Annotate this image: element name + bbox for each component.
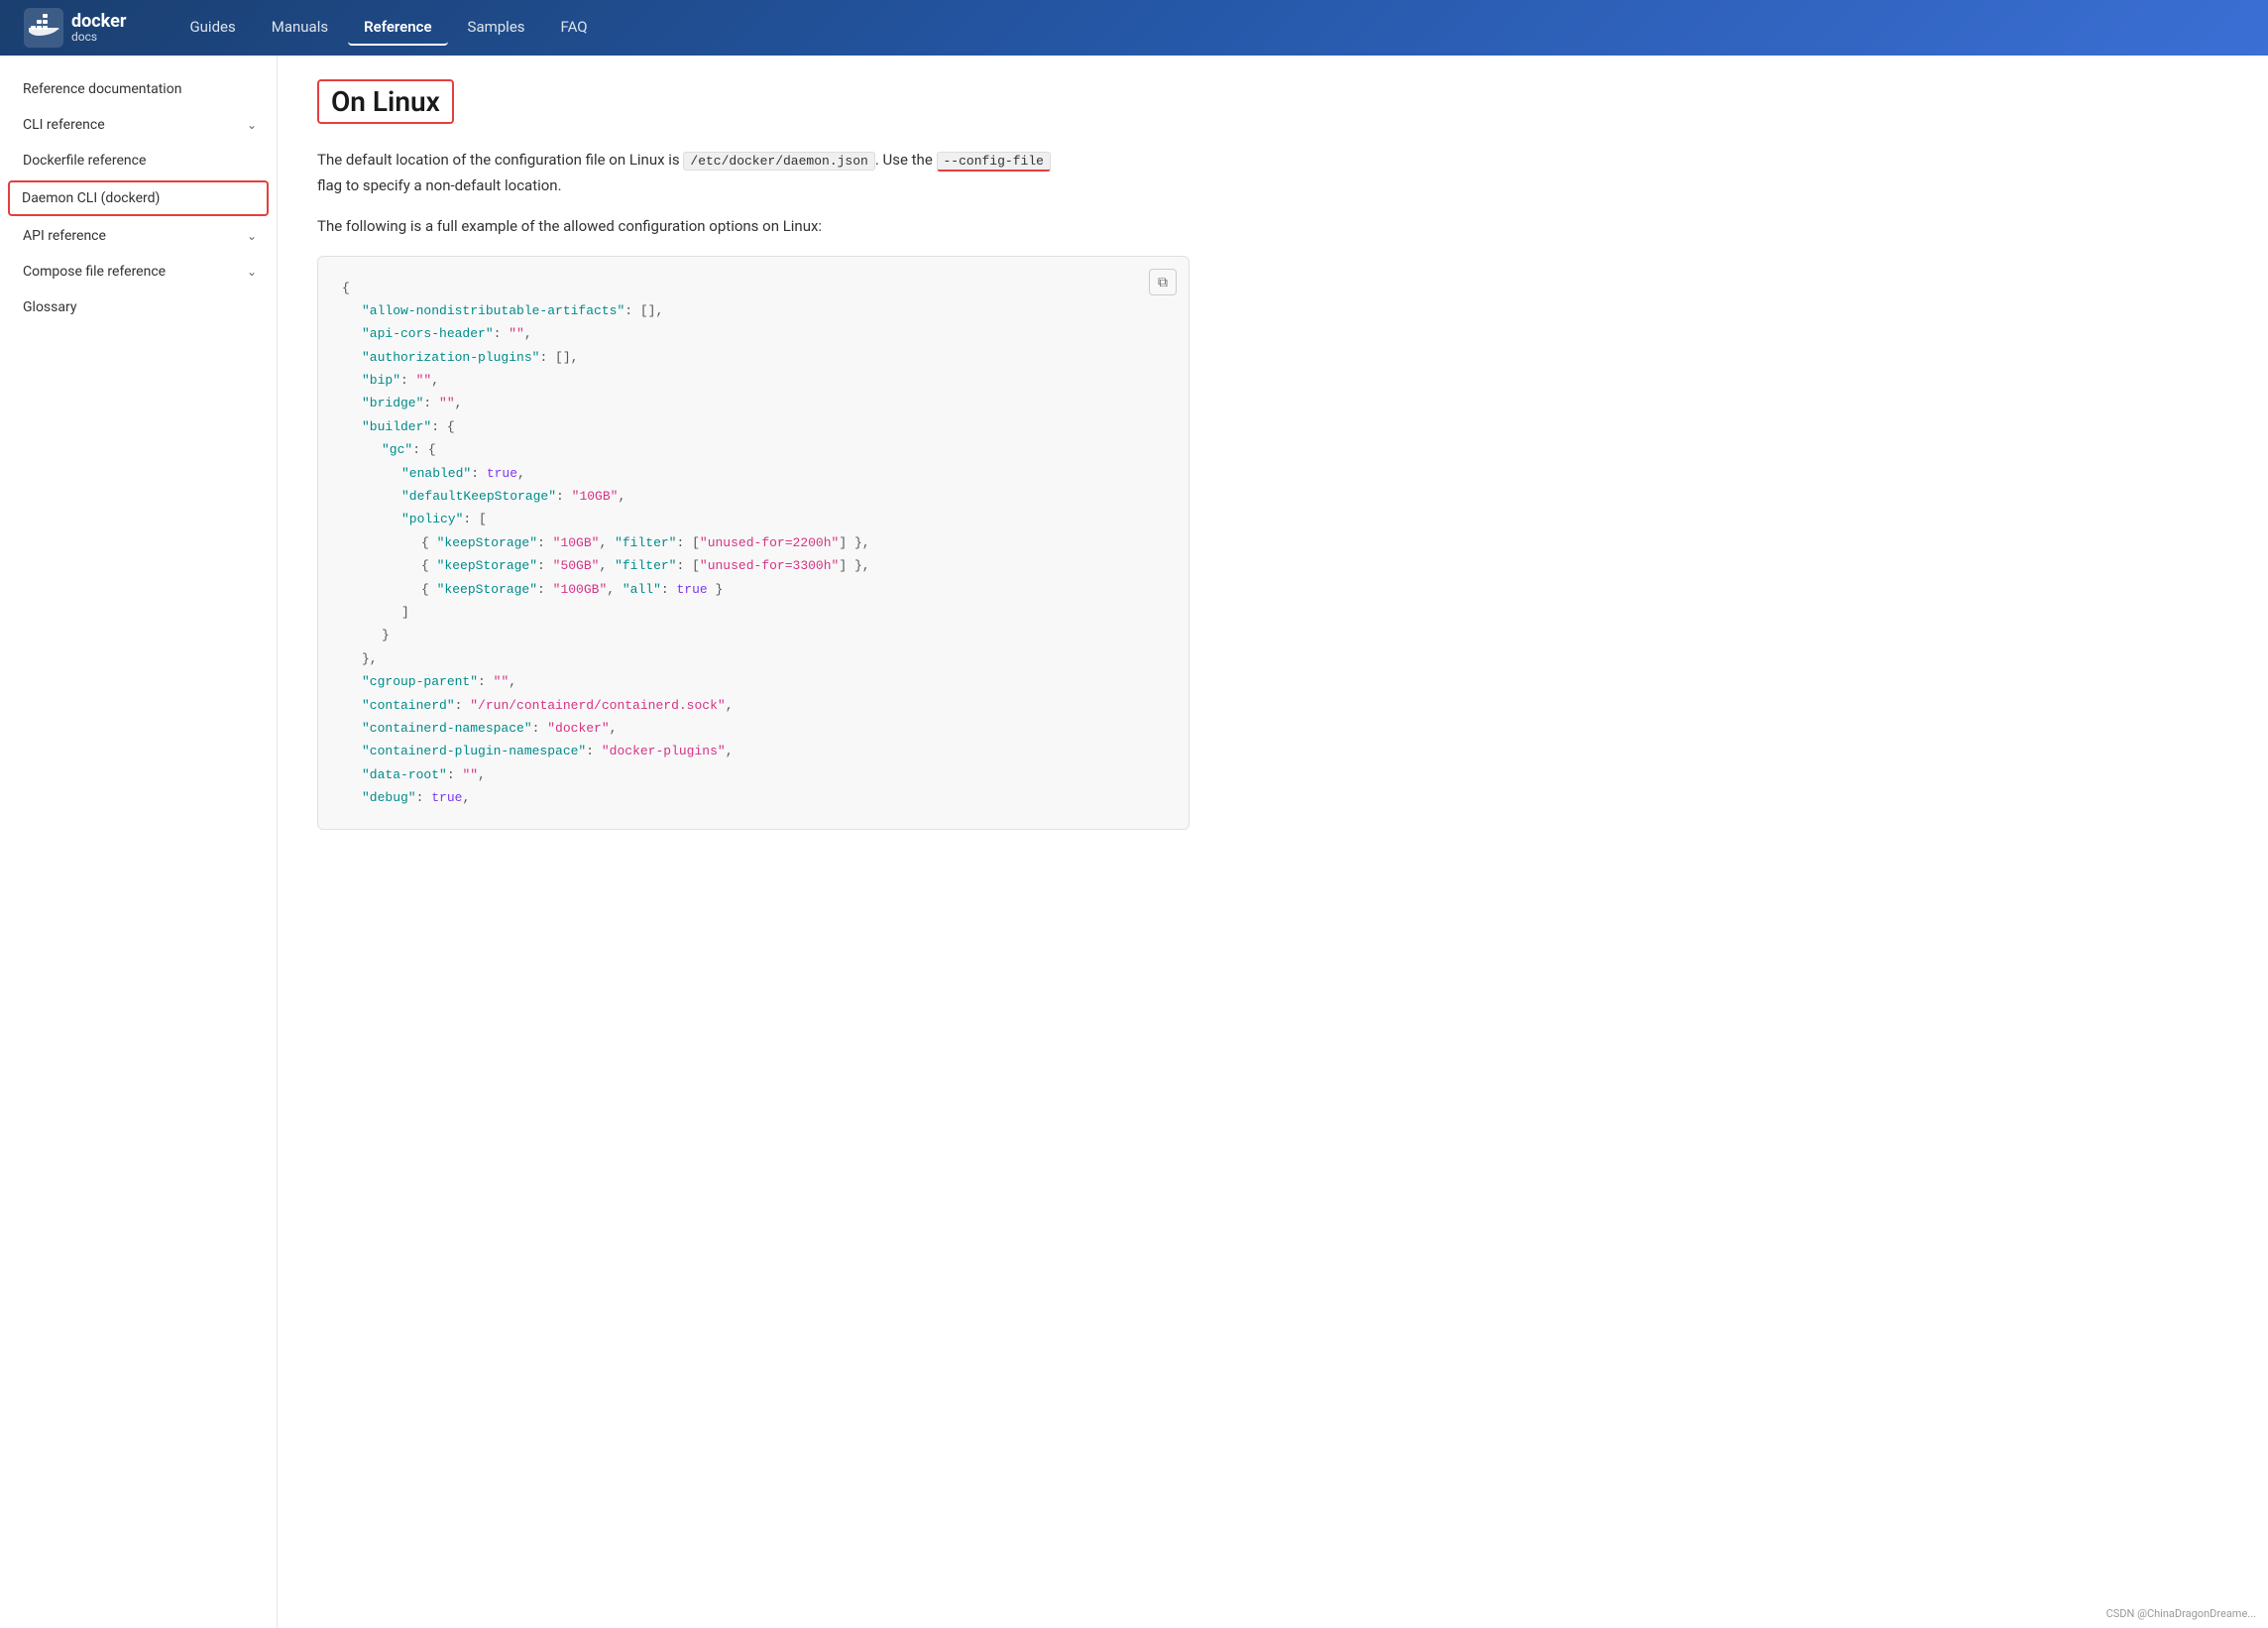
nav-samples[interactable]: Samples [452,10,541,46]
code-line: "data-root": "", [342,763,1165,786]
sidebar-item-daemon-cli[interactable]: Daemon CLI (dockerd) [8,180,269,216]
copy-button[interactable]: ⧉ [1149,269,1177,295]
sidebar-item-cli-reference[interactable]: CLI reference ⌄ [0,107,277,143]
sidebar-item-compose-file-reference[interactable]: Compose file reference ⌄ [0,254,277,290]
config-file-flag-code: --config-file [937,152,1051,172]
nav-manuals[interactable]: Manuals [256,10,344,46]
nav-reference[interactable]: Reference [348,10,447,46]
header: dockerdocs Guides Manuals Reference Samp… [0,0,2268,56]
sidebar-item-dockerfile-reference[interactable]: Dockerfile reference [0,143,277,178]
main-content: On Linux The default location of the con… [278,56,1229,1628]
sidebar: Reference documentation CLI reference ⌄ … [0,56,278,1628]
chevron-down-icon: ⌄ [247,118,257,132]
sidebar-item-reference-documentation[interactable]: Reference documentation [0,71,277,107]
code-line: { "keepStorage": "100GB", "all": true } [342,578,1165,601]
code-line: "gc": { [342,438,1165,461]
code-line: "containerd": "/run/containerd/container… [342,694,1165,717]
code-line: "cgroup-parent": "", [342,670,1165,693]
code-line: "bridge": "", [342,392,1165,414]
code-line: "containerd-namespace": "docker", [342,717,1165,740]
code-line: { "keepStorage": "50GB", "filter": ["unu… [342,554,1165,577]
description-2: The following is a full example of the a… [317,214,1190,240]
code-line: ] [342,601,1165,624]
code-line: "builder": { [342,415,1165,438]
code-block: ⧉ { "allow-nondistributable-artifacts": … [317,256,1190,831]
code-line: } [342,624,1165,646]
logo-text: dockerdocs [71,12,126,45]
sidebar-item-glossary[interactable]: Glossary [0,290,277,325]
logo: dockerdocs [24,8,126,48]
chevron-down-icon: ⌄ [247,229,257,243]
code-line: "authorization-plugins": [], [342,346,1165,369]
code-line: "defaultKeepStorage": "10GB", [342,485,1165,508]
code-line: }, [342,647,1165,670]
docker-logo-icon [24,8,63,48]
watermark: CSDN @ChinaDragonDreame... [2106,1607,2256,1620]
nav-faq[interactable]: FAQ [545,10,604,46]
config-path-code: /etc/docker/daemon.json [683,152,874,171]
code-line: "bip": "", [342,369,1165,392]
code-line: "api-cors-header": "", [342,322,1165,345]
code-line: { "keepStorage": "10GB", "filter": ["unu… [342,531,1165,554]
page-title: On Linux [317,79,454,124]
description-1: The default location of the configuratio… [317,148,1190,198]
nav-guides[interactable]: Guides [173,10,251,46]
sidebar-item-api-reference[interactable]: API reference ⌄ [0,218,277,254]
code-line: "allow-nondistributable-artifacts": [], [342,299,1165,322]
code-content: { "allow-nondistributable-artifacts": []… [342,277,1165,810]
code-line: "debug": true, [342,786,1165,809]
code-line: { [342,277,1165,299]
page-layout: Reference documentation CLI reference ⌄ … [0,56,2268,1628]
code-line: "containerd-plugin-namespace": "docker-p… [342,740,1165,762]
code-line: "enabled": true, [342,462,1165,485]
chevron-down-icon: ⌄ [247,265,257,279]
code-line: "policy": [ [342,508,1165,530]
main-nav: Guides Manuals Reference Samples FAQ [173,10,603,46]
